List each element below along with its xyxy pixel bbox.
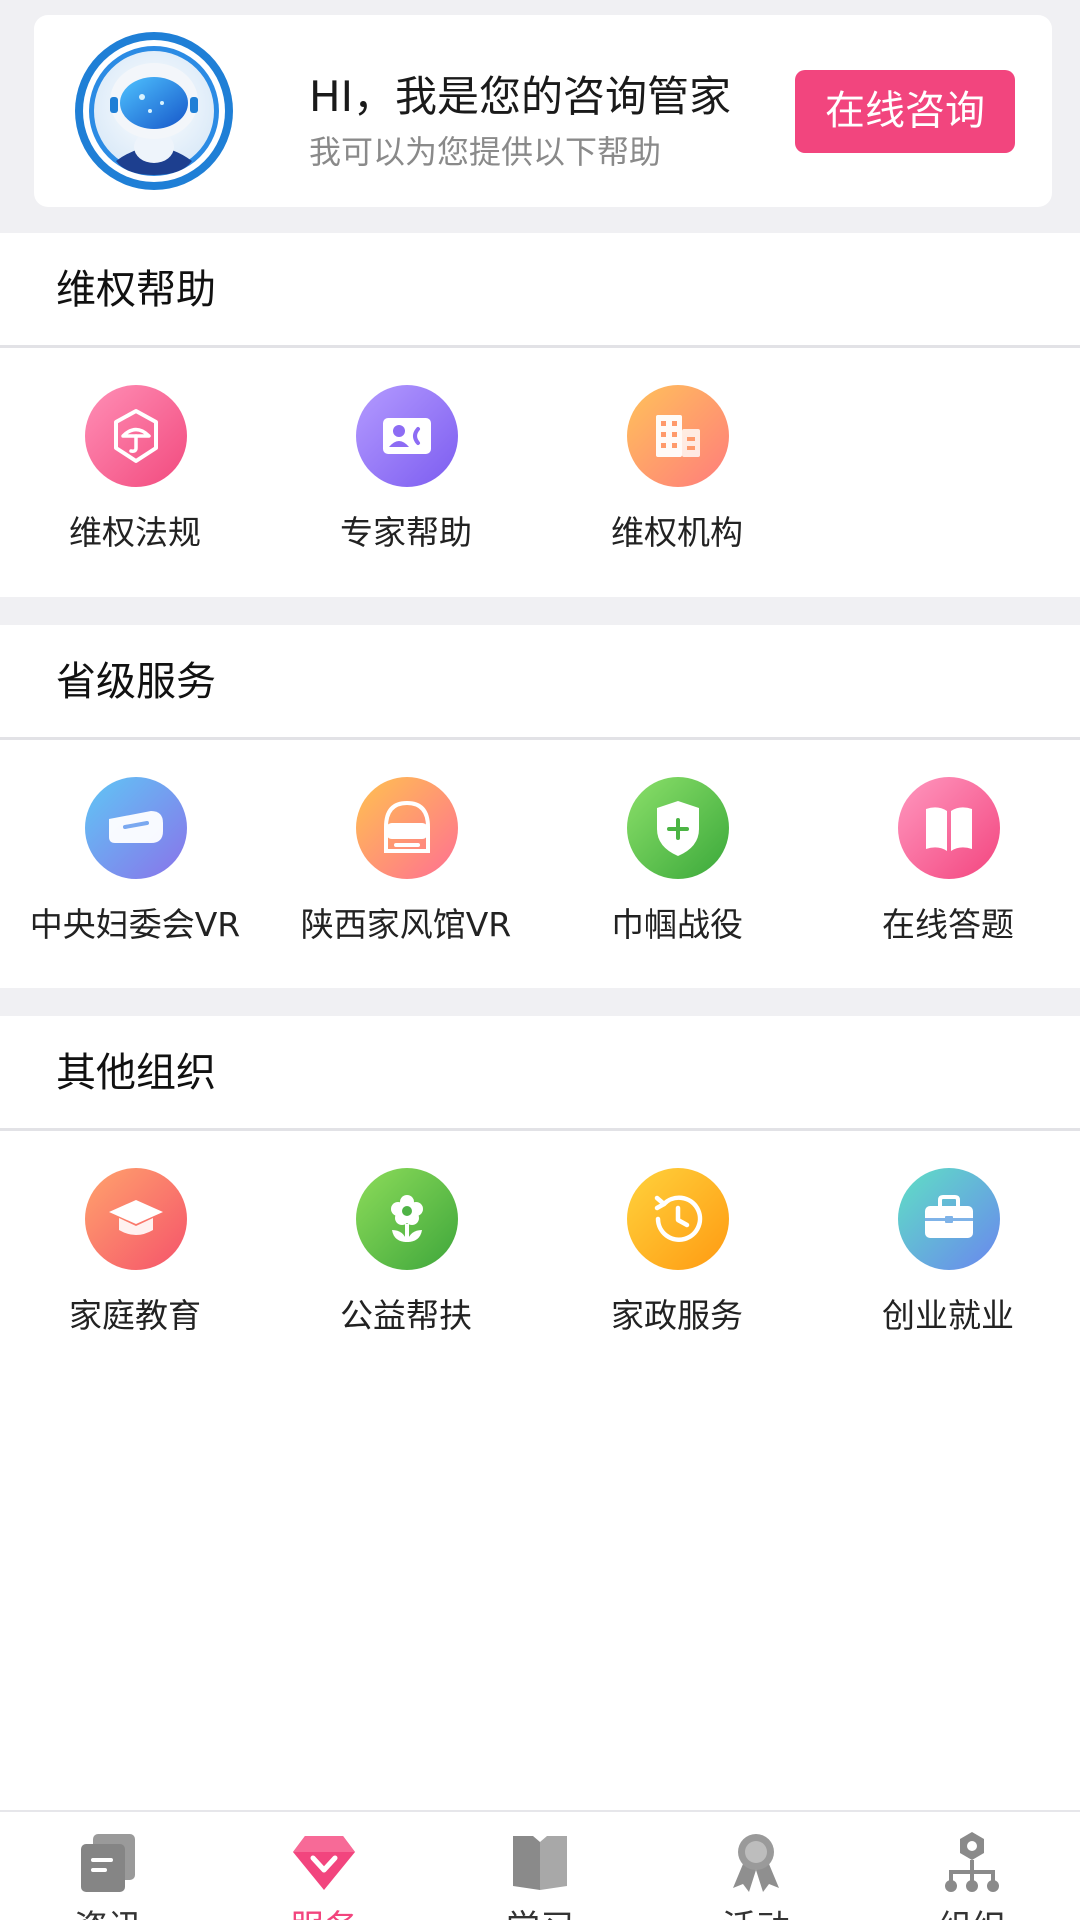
tab-label: 组织 xyxy=(864,1900,1080,1920)
vr-headset-icon xyxy=(85,777,187,879)
section-other-organizations: 其他组织 家庭教育 公益帮扶 家政服务 创业就业 xyxy=(0,1016,1080,1380)
robot-avatar-icon xyxy=(72,29,236,193)
service-item-public-welfare[interactable]: 公益帮扶 xyxy=(271,1131,541,1371)
tab-activities[interactable]: 活动 xyxy=(648,1812,864,1920)
service-item-label: 巾帼战役 xyxy=(611,905,743,944)
service-item-housekeeping[interactable]: 家政服务 xyxy=(542,1131,812,1371)
briefcase-icon xyxy=(898,1168,1000,1270)
book-stack-icon xyxy=(507,1830,573,1896)
building-icon xyxy=(627,385,729,487)
section-divider xyxy=(0,597,1080,625)
service-item-label: 陕西家风馆VR xyxy=(300,905,512,944)
news-icon xyxy=(75,1830,141,1896)
bottom-tab-bar: 资讯 服务 学习 xyxy=(0,1810,1080,1920)
consult-card: HI，我是您的咨询管家 我可以为您提供以下帮助 在线咨询 xyxy=(34,15,1052,207)
section-divider xyxy=(0,988,1080,1016)
service-item-expert-help[interactable]: 专家帮助 xyxy=(271,348,541,588)
consult-title: HI，我是您的咨询管家 xyxy=(309,72,731,121)
service-item-family-education[interactable]: 家庭教育 xyxy=(0,1131,270,1371)
service-grid: 家庭教育 公益帮扶 家政服务 创业就业 xyxy=(0,1131,1080,1371)
service-item-label: 创业就业 xyxy=(882,1296,1014,1335)
tab-label: 学习 xyxy=(432,1900,648,1920)
medical-shield-icon xyxy=(627,777,729,879)
graduation-cap-icon xyxy=(85,1168,187,1270)
service-item-label: 维权机构 xyxy=(611,513,743,552)
umbrella-shield-icon xyxy=(85,385,187,487)
vr-helmet-icon xyxy=(356,777,458,879)
section-title: 维权帮助 xyxy=(0,233,1080,348)
service-item-rights-laws[interactable]: 维权法规 xyxy=(0,348,270,588)
consult-banner: HI，我是您的咨询管家 我可以为您提供以下帮助 在线咨询 xyxy=(0,0,1080,233)
tab-organization[interactable]: 组织 xyxy=(864,1812,1080,1920)
tab-label: 资讯 xyxy=(0,1900,216,1920)
service-item-label: 公益帮扶 xyxy=(340,1296,472,1335)
service-item-label: 在线答题 xyxy=(882,905,1014,944)
tab-services[interactable]: 服务 xyxy=(216,1812,432,1920)
service-grid: 中央妇委会VR 陕西家风馆VR 巾帼战役 在线答题 xyxy=(0,740,1080,980)
consult-subtitle: 我可以为您提供以下帮助 xyxy=(309,133,662,171)
section-title: 其他组织 xyxy=(0,1016,1080,1131)
tab-learning[interactable]: 学习 xyxy=(432,1812,648,1920)
service-item-label: 中央妇委会VR xyxy=(29,905,241,944)
flower-icon xyxy=(356,1168,458,1270)
section-rights-help: 维权帮助 维权法规 专家帮助 维权机构 xyxy=(0,233,1080,597)
service-screen: HI，我是您的咨询管家 我可以为您提供以下帮助 在线咨询 维权帮助 维权法规 专… xyxy=(0,0,1080,1920)
online-consult-button[interactable]: 在线咨询 xyxy=(795,70,1015,153)
contact-card-icon xyxy=(356,385,458,487)
service-item-shaanxi-vr[interactable]: 陕西家风馆VR xyxy=(271,740,541,980)
service-item-entrepreneurship[interactable]: 创业就业 xyxy=(813,1131,1080,1371)
service-item-online-quiz[interactable]: 在线答题 xyxy=(813,740,1080,980)
service-item-heroine-battle[interactable]: 巾帼战役 xyxy=(542,740,812,980)
section-title: 省级服务 xyxy=(0,625,1080,740)
service-item-label: 家庭教育 xyxy=(69,1296,201,1335)
tab-label: 活动 xyxy=(648,1900,864,1920)
service-item-label: 维权法规 xyxy=(69,513,201,552)
award-ribbon-icon xyxy=(723,1830,789,1896)
org-tree-icon xyxy=(939,1830,1005,1896)
clock-history-icon xyxy=(627,1168,729,1270)
section-provincial-services: 省级服务 中央妇委会VR 陕西家风馆VR 巾帼战役 在线答题 xyxy=(0,625,1080,988)
service-grid: 维权法规 专家帮助 维权机构 xyxy=(0,348,1080,588)
book-icon xyxy=(898,777,1000,879)
diamond-heart-icon xyxy=(291,1830,357,1896)
service-item-label: 家政服务 xyxy=(611,1296,743,1335)
service-item-central-vr[interactable]: 中央妇委会VR xyxy=(0,740,270,980)
service-item-rights-agency[interactable]: 维权机构 xyxy=(542,348,812,588)
service-item-label: 专家帮助 xyxy=(340,513,472,552)
tab-label: 服务 xyxy=(216,1900,432,1920)
tab-news[interactable]: 资讯 xyxy=(0,1812,216,1920)
